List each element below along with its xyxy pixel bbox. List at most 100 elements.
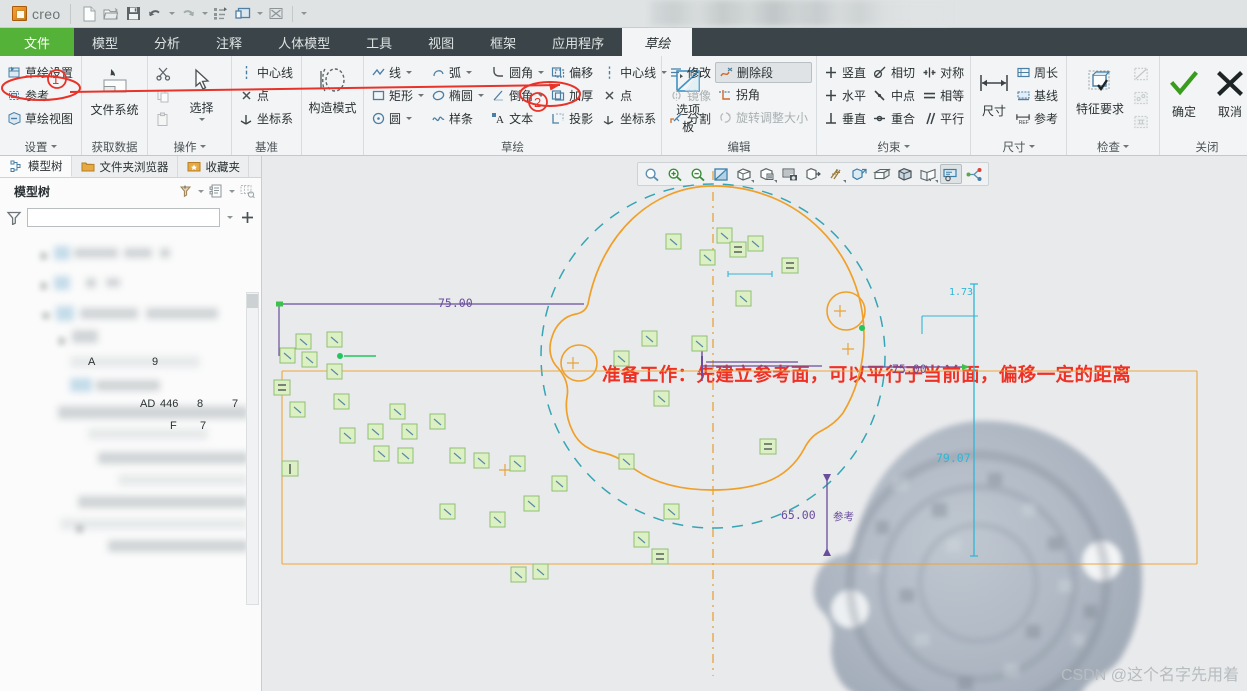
new-file-button[interactable] — [79, 4, 99, 24]
line-button[interactable]: 线 — [368, 61, 428, 84]
vertical-constraint-button[interactable]: 竖直 — [821, 61, 870, 84]
tab-framework[interactable]: 框架 — [472, 28, 534, 56]
chevron-down-icon[interactable] — [227, 181, 236, 201]
tab-tools[interactable]: 工具 — [348, 28, 410, 56]
horizontal-constraint-button[interactable]: 水平 — [821, 84, 870, 107]
panel-tab-model-tree[interactable]: 模型树 — [0, 156, 72, 177]
funnel-icon[interactable] — [6, 209, 22, 225]
point-button[interactable]: 点 — [236, 84, 297, 107]
fillet-button[interactable]: 圆角 — [488, 61, 548, 84]
model-tree-icon — [8, 158, 24, 174]
dimension-height-79-value[interactable]: 79.07 — [936, 451, 971, 465]
group-setup-title[interactable]: 设置 — [4, 138, 77, 155]
feature-requirements-button[interactable]: 特征要求 — [1071, 61, 1129, 117]
tab-sketch[interactable]: 草绘 — [622, 28, 693, 56]
panel-tab-favorites[interactable]: 收藏夹 — [178, 156, 249, 177]
group-construction-mode: 构造模式 — [301, 56, 363, 155]
tab-analysis[interactable]: 分析 — [136, 28, 198, 56]
dimension-button[interactable]: 尺寸 — [975, 61, 1013, 119]
modify-button[interactable]: 修改 — [666, 61, 715, 84]
sketch-view-icon — [6, 111, 22, 127]
modify-label: 修改 — [687, 65, 712, 80]
chevron-down-icon[interactable] — [196, 181, 205, 201]
left-panel: 模型树 文件夹浏览器 收藏夹 模型树 AD 446 8 7 F 7 A 9 — [0, 156, 262, 691]
circle-button[interactable]: 圆 — [368, 107, 428, 130]
coincident-constraint-button[interactable]: 重合 — [870, 107, 919, 130]
model-tree-body[interactable]: AD 446 8 7 F 7 A 9 ADTM — [0, 230, 261, 691]
perimeter-icon — [1015, 65, 1031, 81]
dimension-bottom-65-value[interactable]: 65.00 — [781, 508, 816, 522]
dimension-left-75-value[interactable]: 75.00 — [438, 296, 473, 310]
tab-view[interactable]: 视图 — [410, 28, 472, 56]
customize-qat-icon[interactable] — [299, 4, 308, 24]
dimension-right-75-value[interactable]: 75.00 — [892, 362, 927, 376]
model-tree-scroll-thumb[interactable] — [247, 294, 258, 308]
midpoint-constraint-button[interactable]: 中点 — [870, 84, 919, 107]
symmetric-constraint-button[interactable]: 对称 — [919, 61, 968, 84]
redo-button[interactable] — [178, 4, 198, 24]
window-button[interactable] — [233, 4, 253, 24]
divide-button[interactable]: 分割 — [666, 107, 715, 130]
tree-columns-icon[interactable] — [239, 183, 255, 199]
thicken-button[interactable]: 加厚 — [548, 84, 597, 107]
perpendicular-constraint-label: 垂直 — [842, 111, 867, 126]
dimension-small-right-value[interactable]: 1.73 — [949, 287, 973, 298]
main-area: 模型树 文件夹浏览器 收藏夹 模型树 AD 446 8 7 F 7 A 9 x … — [0, 156, 1247, 691]
chamfer-button[interactable]: 倒角 — [488, 84, 548, 107]
tab-human-model[interactable]: 人体模型 — [260, 28, 348, 56]
tab-applications[interactable]: 应用程序 — [534, 28, 622, 56]
file-system-button[interactable]: 文件系统 — [86, 61, 143, 118]
offset-button[interactable]: 偏移 — [548, 61, 597, 84]
baseline-button[interactable]: 基线 — [1013, 84, 1062, 107]
group-dimension-title[interactable]: 尺寸 — [975, 138, 1062, 155]
perimeter-button[interactable]: 周长 — [1013, 61, 1062, 84]
close-window-button[interactable] — [266, 4, 286, 24]
graphics-canvas[interactable]: x 准备工作：先建立参考面，可以平行于当前面，偏移一定的距离 75.00 75.… — [262, 156, 1247, 691]
window-dropdown-icon[interactable] — [255, 4, 264, 24]
sketch-setup-button[interactable]: 草绘设置 — [4, 61, 77, 84]
cut-button[interactable] — [152, 62, 176, 85]
cancel-button[interactable]: 取消 — [1210, 61, 1247, 120]
undo-dropdown-icon[interactable] — [167, 4, 176, 24]
rectangle-button[interactable]: 矩形 — [368, 84, 428, 107]
model-tree-scrollbar[interactable] — [246, 292, 259, 605]
tree-filters-icon[interactable] — [177, 183, 193, 199]
tab-file[interactable]: 文件 — [0, 28, 75, 56]
tree-settings-icon[interactable] — [208, 183, 224, 199]
arc-button[interactable]: 弧 — [428, 61, 488, 84]
reference-dim-button[interactable]: REF 参考 — [1013, 107, 1062, 130]
ellipse-button[interactable]: 椭圆 — [428, 84, 488, 107]
tangent-constraint-button[interactable]: 相切 — [870, 61, 919, 84]
coordinate-system-button[interactable]: 坐标系 — [236, 107, 297, 130]
group-constraints-title[interactable]: 约束 — [821, 138, 966, 155]
reference-button[interactable]: 参考 — [4, 84, 77, 107]
group-operations-title[interactable]: 操作 — [152, 138, 227, 155]
perpendicular-constraint-button[interactable]: 垂直 — [821, 107, 870, 130]
regenerate-button[interactable] — [211, 4, 231, 24]
highlight-open-ends-icon — [1133, 90, 1149, 106]
tab-annotate[interactable]: 注释 — [198, 28, 260, 56]
panel-tab-folder-browser[interactable]: 文件夹浏览器 — [72, 156, 178, 177]
tab-model[interactable]: 模型 — [74, 28, 136, 56]
save-button[interactable] — [123, 4, 143, 24]
sketch-view-button[interactable]: 草绘视图 — [4, 107, 77, 130]
centerline-button[interactable]: 中心线 — [236, 61, 297, 84]
select-button[interactable]: 选择 — [176, 61, 227, 121]
chevron-down-icon[interactable] — [225, 207, 234, 227]
project-button[interactable]: 投影 — [548, 107, 597, 130]
undo-button[interactable] — [145, 4, 165, 24]
redo-dropdown-icon[interactable] — [200, 4, 209, 24]
corner-button[interactable]: 拐角 — [715, 83, 812, 106]
text-button[interactable]: A 文本 — [488, 107, 548, 130]
construction-mode-button[interactable]: 构造模式 — [306, 61, 359, 116]
group-inspect-title[interactable]: 检查 — [1071, 138, 1155, 155]
open-file-button[interactable] — [101, 4, 121, 24]
delete-segment-button[interactable]: 删除段 — [715, 62, 813, 83]
equal-constraint-button[interactable]: 相等 — [919, 84, 968, 107]
model-tree-filter-input[interactable] — [27, 207, 220, 227]
ok-button[interactable]: 确定 — [1164, 61, 1204, 120]
spline-button[interactable]: 样条 — [428, 107, 488, 130]
parallel-constraint-button[interactable]: 平行 — [919, 107, 968, 130]
chevron-down-icon[interactable] — [198, 118, 205, 121]
plus-icon[interactable] — [239, 209, 255, 225]
